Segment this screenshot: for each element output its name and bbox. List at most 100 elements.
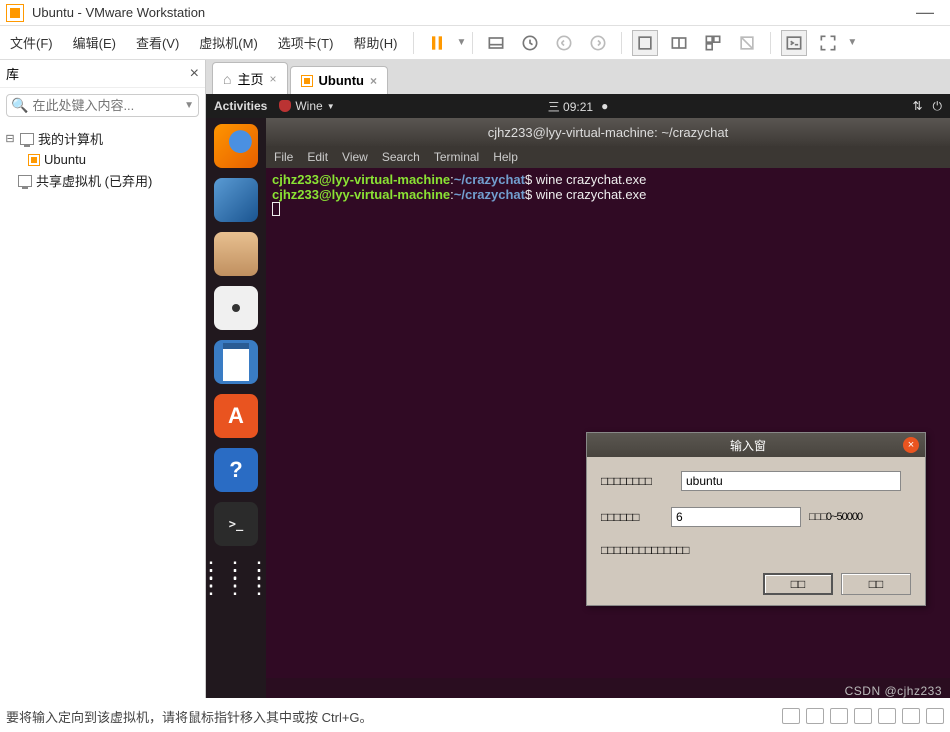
term-menu-terminal[interactable]: Terminal [434,150,479,164]
term-menu-search[interactable]: Search [382,150,420,164]
menu-vm[interactable]: 虚拟机(M) [189,27,268,58]
collapse-icon[interactable]: ⊟ [4,132,16,145]
term-menu-edit[interactable]: Edit [307,150,328,164]
device-icon[interactable] [854,708,872,724]
dropdown-icon[interactable]: ▼ [847,37,857,48]
menu-edit[interactable]: 编辑(E) [63,27,126,58]
gnome-topbar: Activities Wine ▼ 三 09:21 ● ⇅ ⏻ [206,94,950,118]
divider [413,32,414,54]
firefox-icon[interactable] [214,124,258,168]
rhythmbox-icon[interactable] [214,286,258,330]
view-multi-button[interactable] [666,30,692,56]
close-icon[interactable]: × [370,74,377,88]
tab-ubuntu[interactable]: Ubuntu × [290,66,389,94]
window-titlebar: Ubuntu - VMware Workstation — [0,0,950,26]
vm-icon [301,75,313,87]
terminal-output[interactable]: cjhz233@lyy-virtual-machine:~/crazychat$… [266,168,950,223]
cancel-button[interactable]: □□ [841,573,911,595]
notification-dot: ● [601,99,608,113]
clock-text: 三 09:21 [548,98,593,115]
divider [770,32,771,54]
device-icon[interactable] [806,708,824,724]
window-title: Ubuntu - VMware Workstation [32,5,205,20]
search-input[interactable] [32,98,162,113]
snapshot-prev-button[interactable] [551,30,577,56]
input-dialog[interactable]: 输入窗 × □□□□□□□□ □□□□□□ □□□0~50000 □□□□□□□… [586,432,926,606]
menu-help[interactable]: 帮助(H) [343,27,407,58]
app-grid-icon[interactable]: ⋮⋮⋮⋮⋮⋮⋮⋮⋮ [214,556,258,600]
tree-node-mycomputer[interactable]: ⊟ 我的计算机 [4,127,201,150]
ubuntu-dock: A ? ⋮⋮⋮⋮⋮⋮⋮⋮⋮ [206,118,266,698]
vmware-statusbar: 要将输入定向到该虚拟机，请将鼠标指针移入其中或按 Ctrl+G。 [0,700,950,732]
dialog-body: □□□□□□□□ □□□□□□ □□□0~50000 □□□□□□□□□□□□□… [587,457,925,605]
menu-tabs[interactable]: 选项卡(T) [268,27,344,58]
vm-tabs: ⌂ 主页 × Ubuntu × [206,60,950,94]
activities-button[interactable]: Activities [214,99,267,113]
terminal-icon[interactable] [214,502,258,546]
menu-view[interactable]: 查看(V) [126,27,189,58]
snapshot-manage-button[interactable] [517,30,543,56]
tree-node-shared[interactable]: 共享虚拟机 (已弃用) [4,169,201,192]
field2-label: □□□□□□ [601,510,671,524]
tab-home[interactable]: ⌂ 主页 × [212,62,288,94]
status-text: 要将输入定向到该虚拟机，请将鼠标指针移入其中或按 Ctrl+G。 [6,707,373,726]
term-menu-view[interactable]: View [342,150,368,164]
field3-label: □□□□□□□□□□□□□□ [601,543,688,557]
libreoffice-writer-icon[interactable] [214,340,258,384]
vm-icon [28,154,40,166]
terminal-menubar: File Edit View Search Terminal Help [266,146,950,168]
wine-icon [279,100,291,112]
snapshot-button[interactable] [483,30,509,56]
device-icon[interactable] [926,708,944,724]
node-label: Ubuntu [44,152,86,167]
console-button[interactable] [781,30,807,56]
field1-input[interactable] [681,471,901,491]
fullscreen-button[interactable] [815,30,841,56]
clock[interactable]: 三 09:21 ● [548,98,609,115]
close-icon[interactable]: × [190,65,199,83]
library-tree: ⊟ 我的计算机 Ubuntu 共享虚拟机 (已弃用) [0,123,205,698]
terminal-title: cjhz233@lyy-virtual-machine: ~/crazychat [266,118,950,146]
help-icon[interactable]: ? [214,448,258,492]
tree-node-ubuntu[interactable]: Ubuntu [4,150,201,169]
unity-button[interactable] [734,30,760,56]
dropdown-icon[interactable]: ▼ [456,37,466,48]
chevron-down-icon[interactable]: ▼ [184,100,194,111]
field2-input[interactable] [671,507,801,527]
search-icon: 🔍 [11,97,28,114]
dialog-titlebar[interactable]: 输入窗 × [587,433,925,457]
power-icon[interactable]: ⏻ [933,99,943,114]
ok-button[interactable]: □□ [763,573,833,595]
tab-label: 主页 [237,69,263,88]
network-icon[interactable]: ⇅ [912,99,922,114]
minimize-icon[interactable]: — [906,2,944,23]
snapshot-next-button[interactable] [585,30,611,56]
dialog-title: 输入窗 [593,437,903,454]
view-thumb-button[interactable] [700,30,726,56]
home-icon: ⌂ [223,71,231,87]
ubuntu-desktop[interactable]: Activities Wine ▼ 三 09:21 ● ⇅ ⏻ [206,94,950,698]
device-icon[interactable] [830,708,848,724]
dialog-close-button[interactable]: × [903,437,919,453]
thunderbird-icon[interactable] [214,178,258,222]
menu-file[interactable]: 文件(F) [0,27,63,58]
ubuntu-software-icon[interactable]: A [214,394,258,438]
menubar: 文件(F) 编辑(E) 查看(V) 虚拟机(M) 选项卡(T) 帮助(H) ▼ … [0,26,950,60]
node-label: 我的计算机 [38,129,103,148]
divider [621,32,622,54]
term-menu-file[interactable]: File [274,150,293,164]
library-title: 库 [6,64,19,83]
files-icon[interactable] [214,232,258,276]
device-icon[interactable] [878,708,896,724]
device-icon[interactable] [782,708,800,724]
view-single-button[interactable] [632,30,658,56]
term-menu-help[interactable]: Help [493,150,518,164]
library-search[interactable]: 🔍 ▼ [6,94,199,117]
field2-hint: □□□0~50000 [809,511,862,523]
close-icon[interactable]: × [269,72,276,86]
node-label: 共享虚拟机 (已弃用) [36,171,152,190]
pause-button[interactable] [424,30,450,56]
tab-label: Ubuntu [319,73,364,88]
app-menu[interactable]: Wine ▼ [279,99,334,113]
device-icon[interactable] [902,708,920,724]
